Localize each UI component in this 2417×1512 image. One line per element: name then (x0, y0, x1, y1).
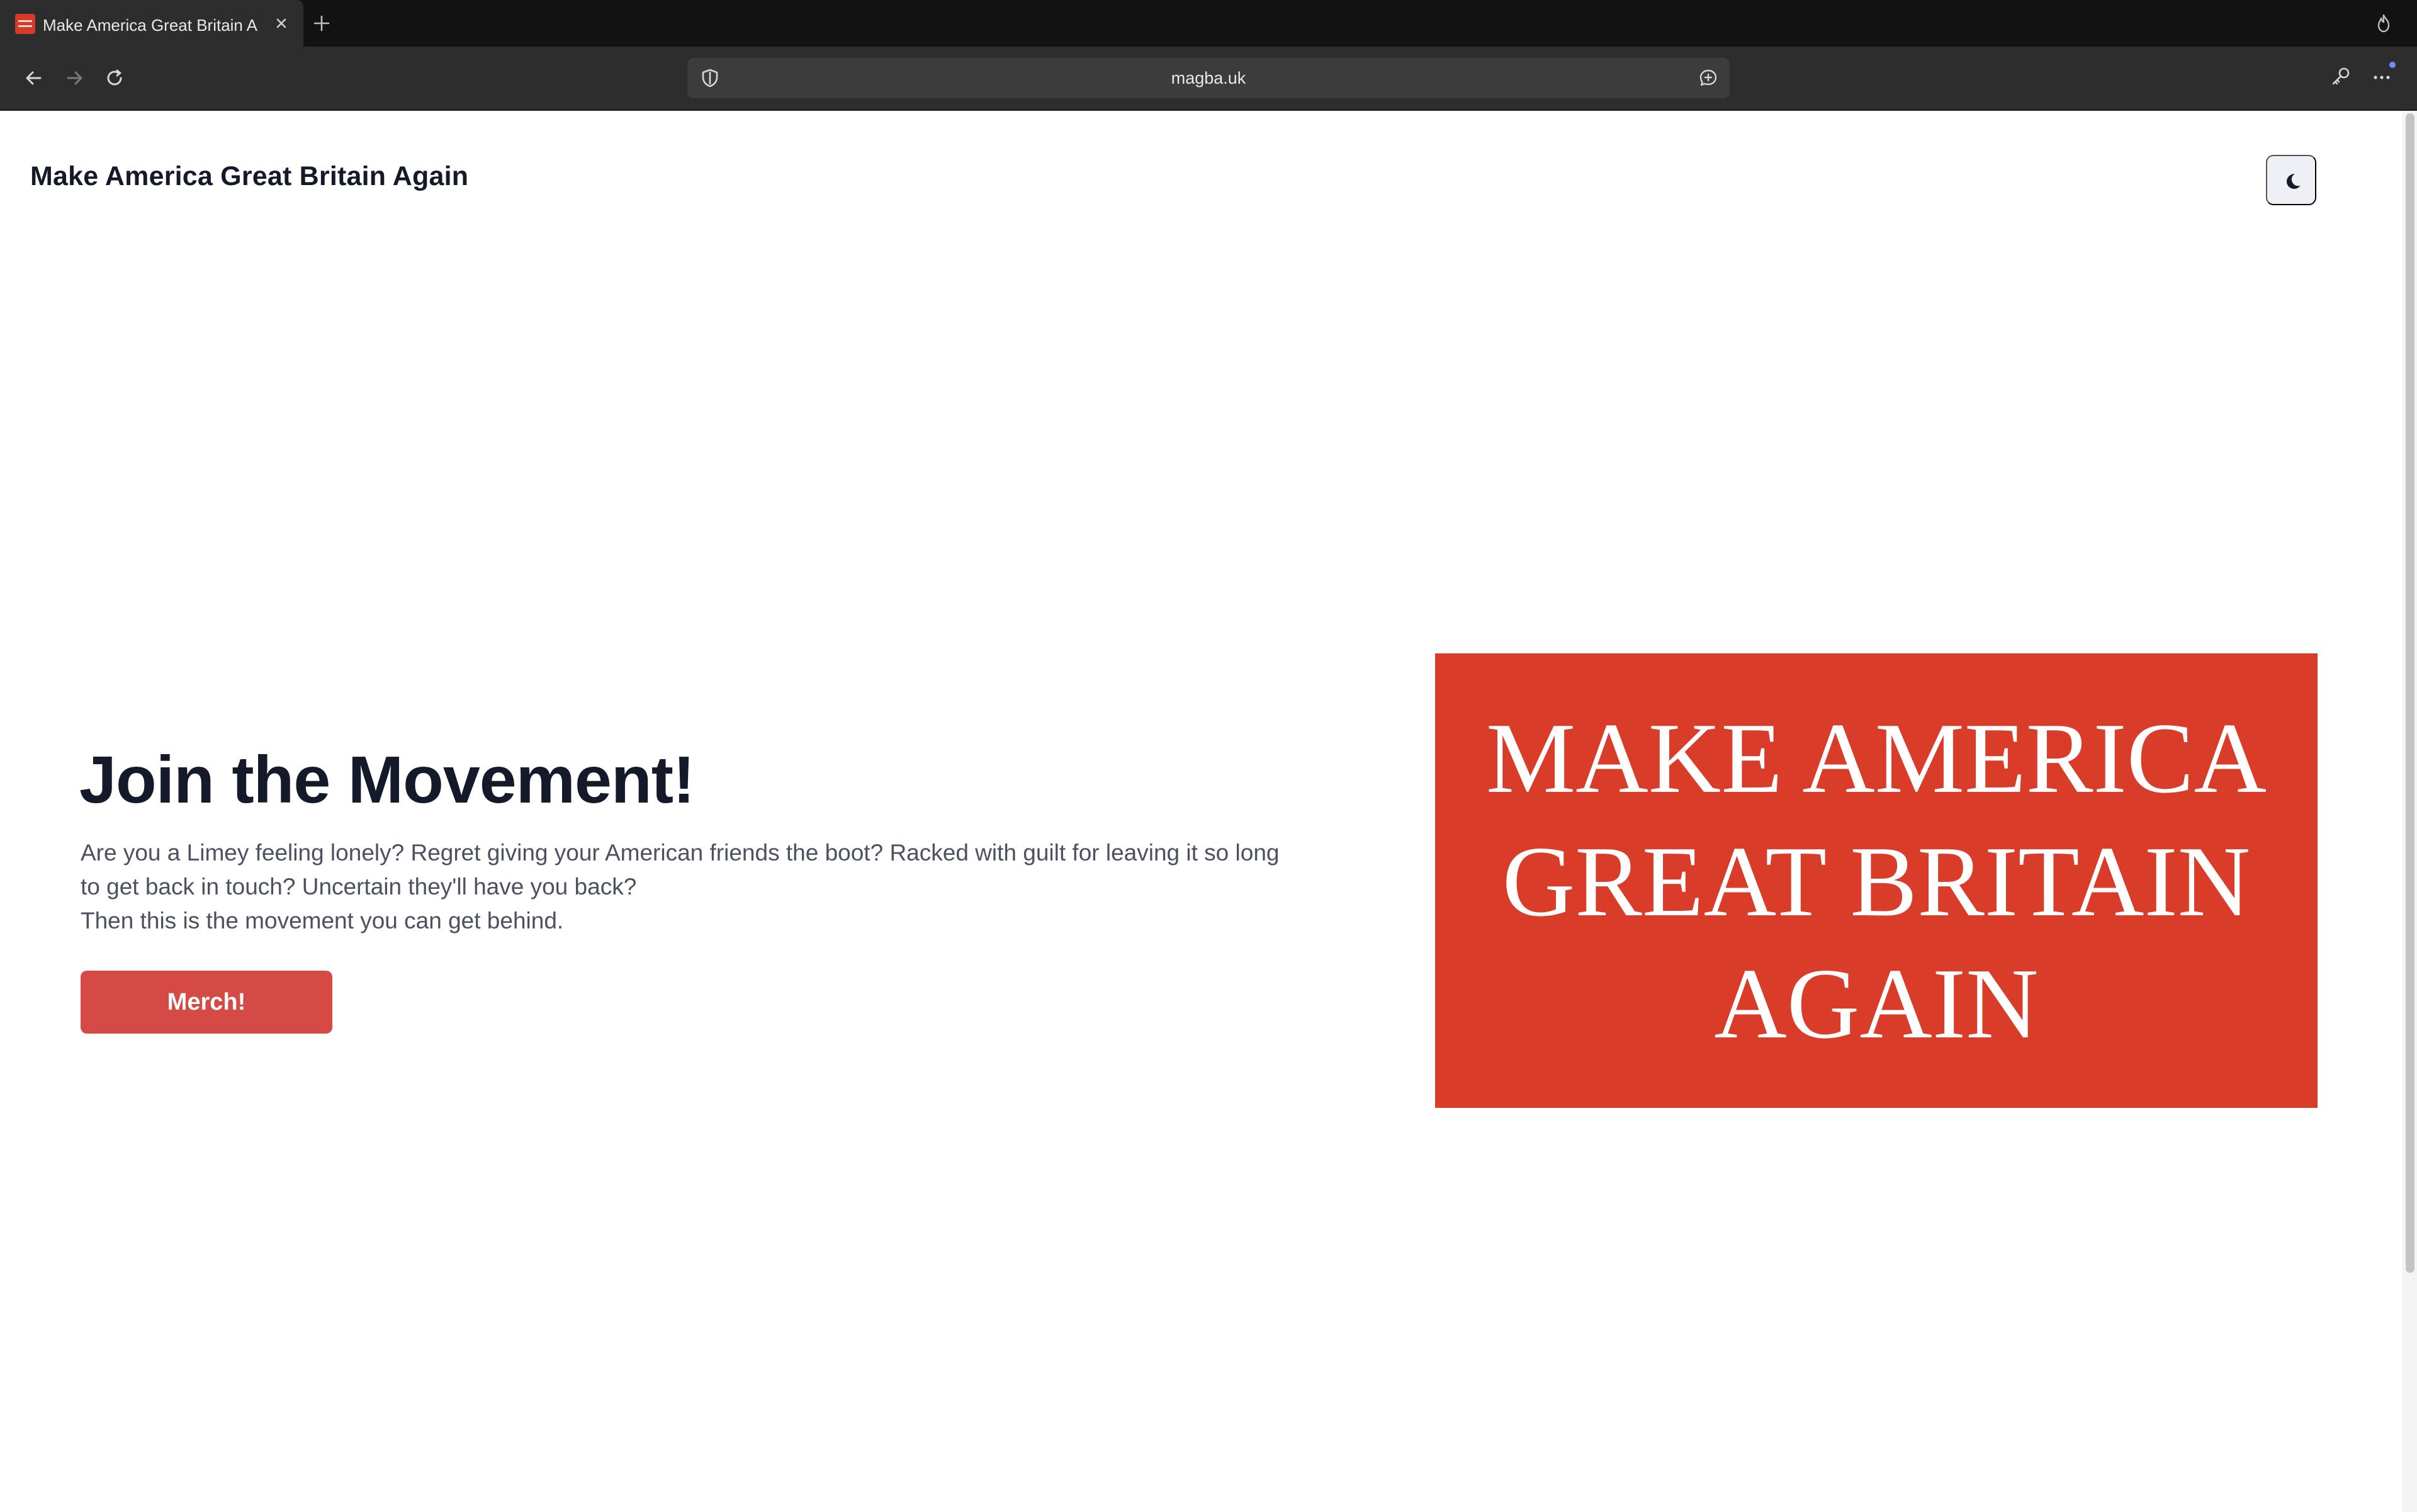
scrollbar-thumb[interactable] (2406, 113, 2414, 1273)
browser-tab[interactable]: Make America Great Britain A (0, 0, 303, 47)
hero-heading: Join the Movement! (79, 743, 695, 817)
flame-icon[interactable] (2373, 13, 2394, 34)
plus-icon[interactable] (311, 13, 332, 34)
banner-line: AGAIN (1714, 947, 2039, 1059)
scrollbar[interactable] (2402, 111, 2417, 1512)
moon-icon (2287, 174, 2301, 189)
browser-tab-bar: Make America Great Britain A (0, 0, 2417, 47)
notification-dot (2389, 62, 2396, 68)
forward-arrow-icon[interactable] (62, 65, 87, 91)
hero-paragraph: Are you a Limey feeling lonely? Regret g… (81, 836, 1402, 938)
slogan-banner-image: MAKE AMERICA GREAT BRITAIN AGAIN (1435, 653, 2318, 1108)
close-icon[interactable] (272, 14, 291, 33)
merch-button[interactable]: Merch! (81, 971, 332, 1034)
screen: Make America Great Britain A magba.uk Ma… (0, 0, 2417, 1512)
hero-paragraph-line: to get back in touch? Uncertain they'll … (81, 874, 637, 900)
more-options-icon[interactable] (2369, 64, 2394, 89)
reload-icon[interactable] (102, 65, 127, 91)
hero-paragraph-line: Then this is the movement you can get be… (81, 908, 564, 934)
site-title[interactable]: Make America Great Britain Again (30, 161, 468, 192)
chat-plus-icon[interactable] (1697, 67, 1720, 89)
address-bar[interactable]: magba.uk (687, 58, 1730, 98)
banner-line: GREAT BRITAIN (1502, 825, 2251, 937)
tab-title: Make America Great Britain A (43, 16, 258, 35)
back-arrow-icon[interactable] (21, 65, 47, 91)
url-text[interactable]: magba.uk (687, 58, 1730, 98)
key-icon[interactable] (2329, 64, 2353, 88)
hero-paragraph-line: Are you a Limey feeling lonely? Regret g… (81, 840, 1280, 866)
browser-toolbar: magba.uk (0, 47, 2417, 111)
theme-toggle-button[interactable] (2266, 155, 2316, 205)
banner-line: MAKE AMERICA (1485, 702, 2267, 814)
page-viewport: Make America Great Britain Again Join th… (0, 111, 2417, 1512)
flag-favicon-icon (15, 14, 35, 34)
